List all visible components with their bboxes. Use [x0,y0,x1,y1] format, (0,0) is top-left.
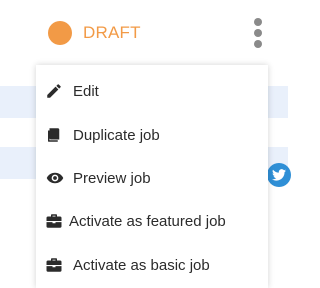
copy-icon [45,126,65,144]
pencil-icon [45,82,65,100]
twitter-share-button[interactable] [267,163,291,187]
menu-item-edit[interactable]: Edit [36,71,268,111]
twitter-icon [272,169,286,181]
status-dot [48,21,72,45]
more-options-button[interactable] [248,16,268,50]
kebab-dot [254,18,262,26]
menu-item-preview[interactable]: Preview job [36,158,268,198]
status-label: DRAFT [83,23,141,42]
menu-item-label: Activate as basic job [73,256,210,274]
briefcase-icon [45,212,65,230]
kebab-dot [254,40,262,48]
menu-item-activate-featured[interactable]: Activate as featured job [36,201,268,241]
eye-icon [45,169,65,187]
status-indicator: DRAFT [48,20,141,46]
menu-item-label: Preview job [73,169,151,187]
menu-item-label: Duplicate job [73,126,160,144]
menu-item-duplicate[interactable]: Duplicate job [36,115,268,155]
kebab-dot [254,29,262,37]
menu-item-activate-basic[interactable]: Activate as basic job [36,245,268,285]
briefcase-icon [45,256,65,274]
menu-item-label: Activate as featured job [69,212,226,230]
job-actions-menu: Edit Duplicate job Preview job Activate … [36,65,268,288]
menu-item-label: Edit [73,82,99,100]
